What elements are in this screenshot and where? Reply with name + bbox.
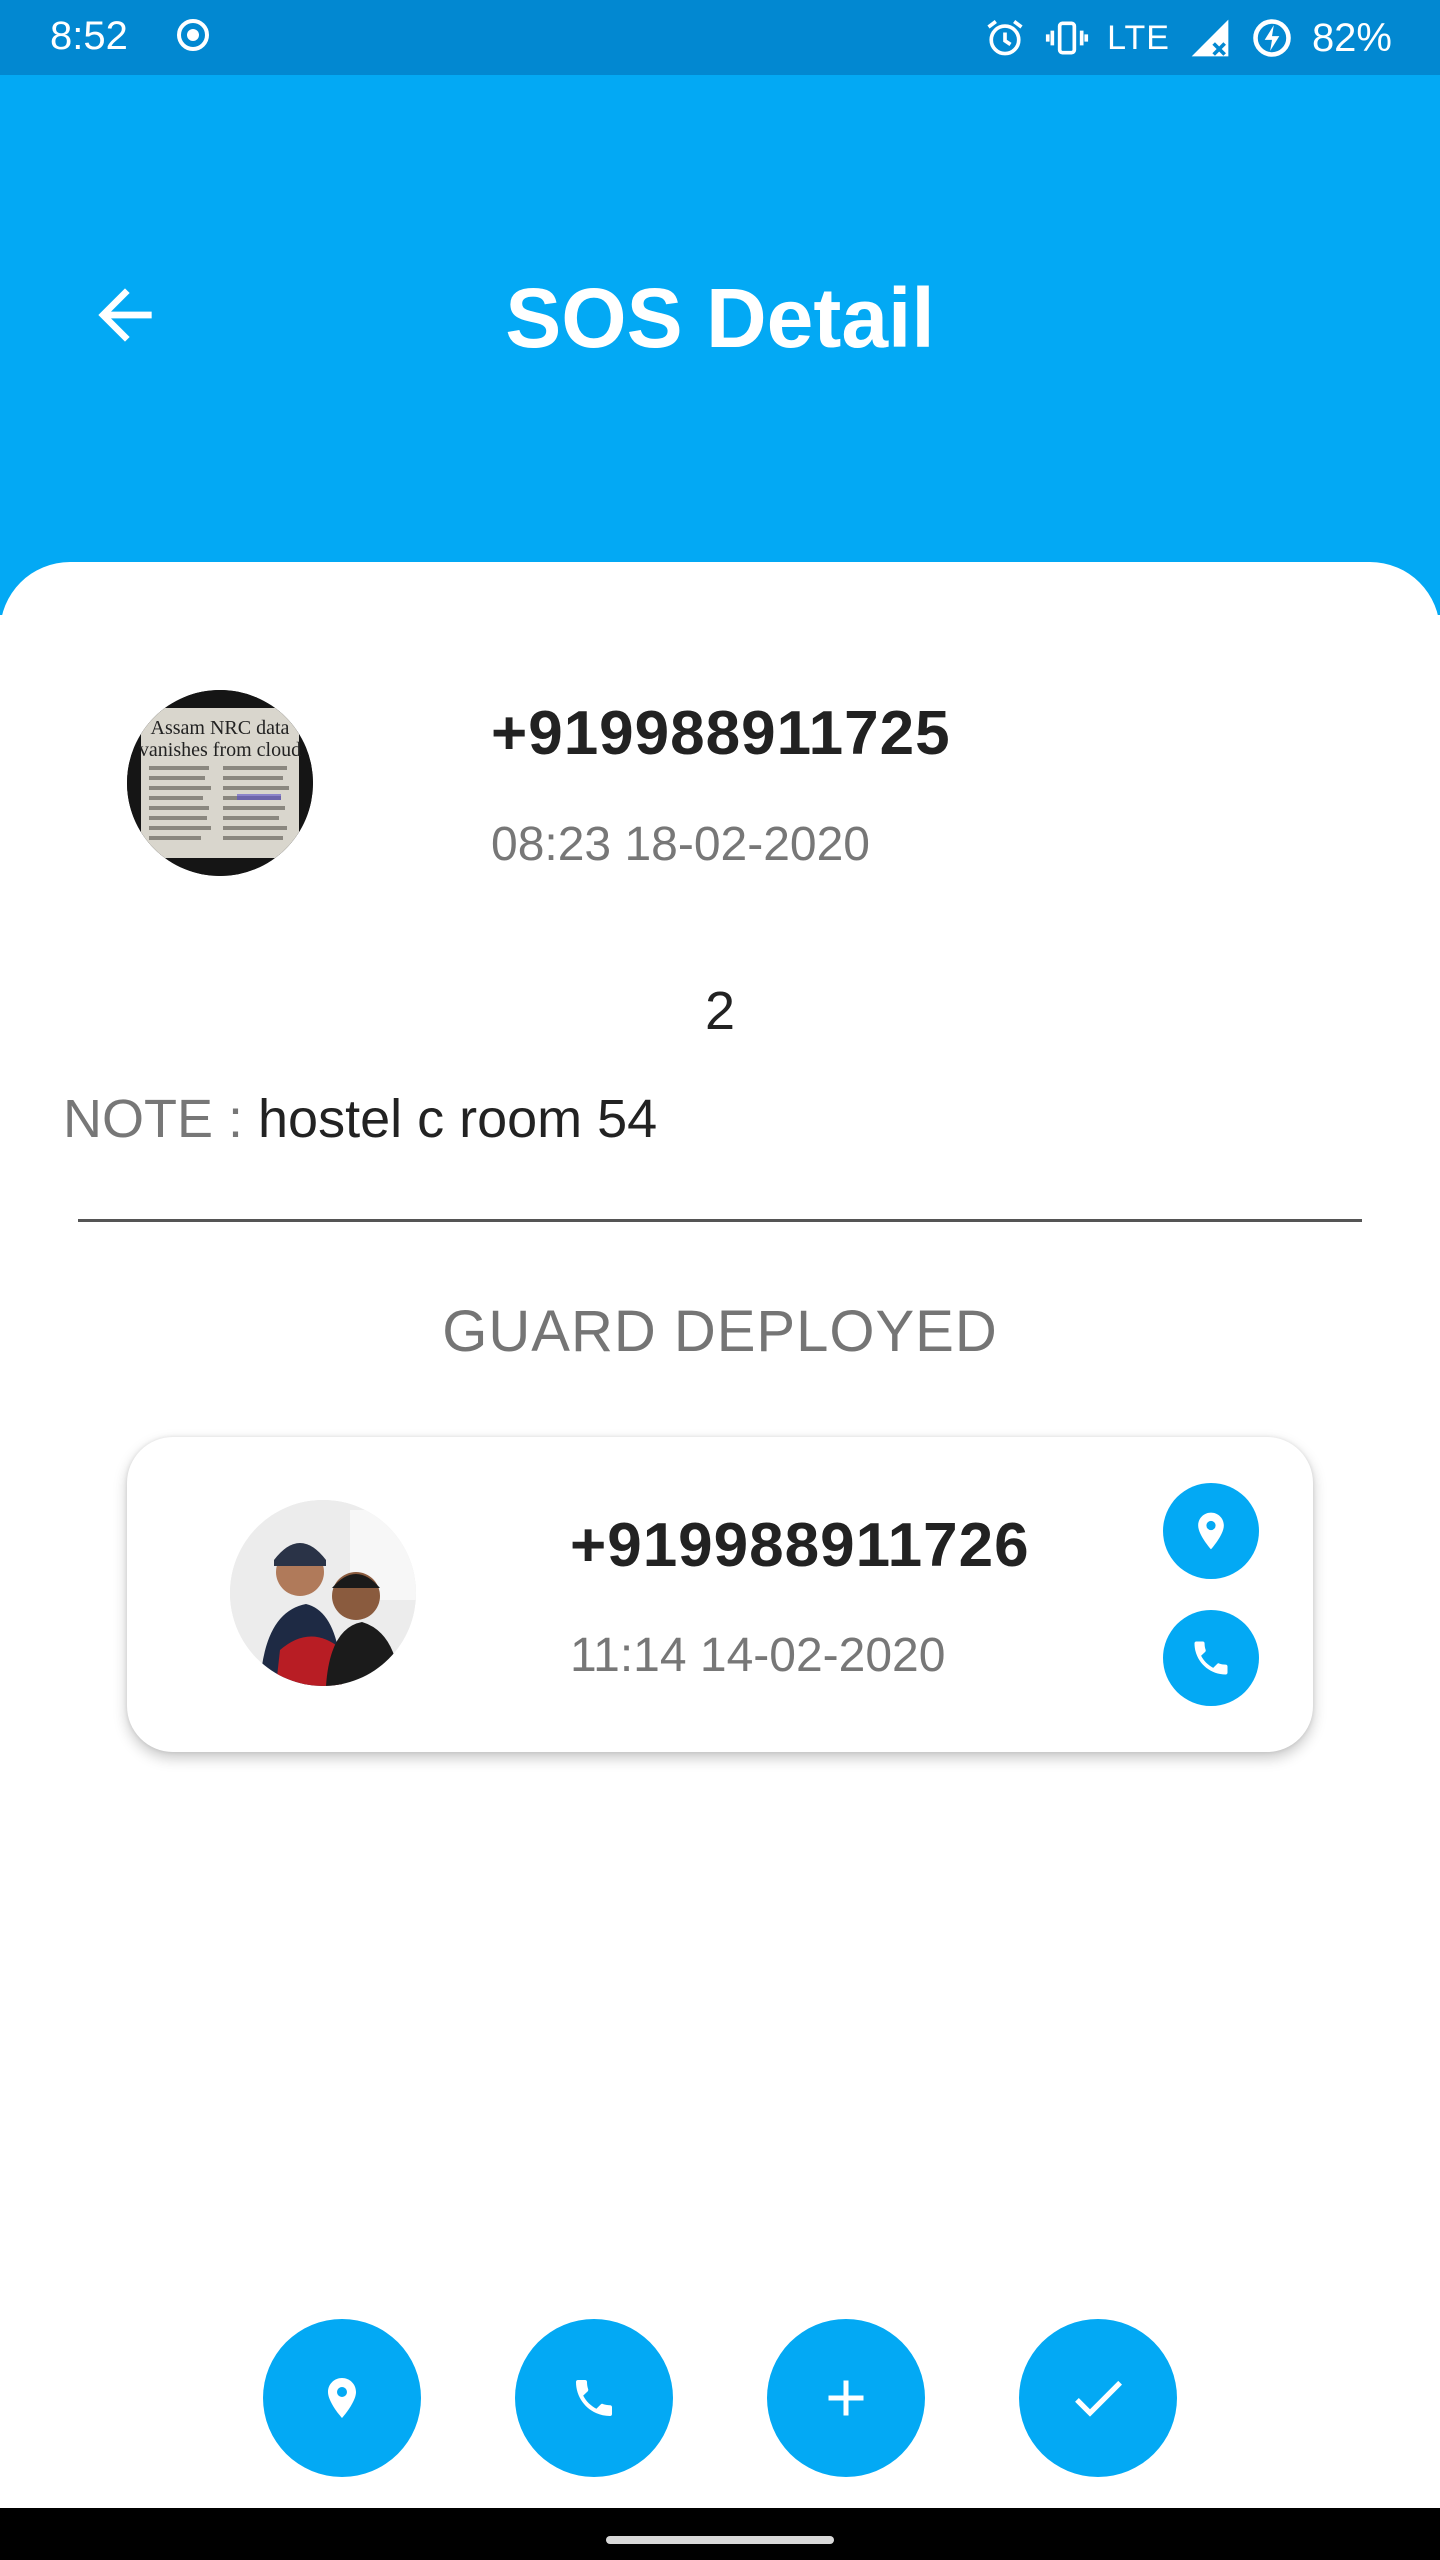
phone-icon — [1194, 1641, 1228, 1675]
note-text: hostel c room 54 — [258, 1089, 658, 1149]
status-time: 8:52 — [50, 14, 128, 58]
home-gesture-handle[interactable] — [606, 2536, 834, 2544]
battery-level: 82% — [1311, 15, 1392, 60]
guard-timestamp: 11:14 14-02-2020 — [570, 1629, 946, 1682]
guard-deployed-title: GUARD DEPLOYED — [442, 1299, 998, 1364]
status-bar: 8:52 LTE 82% — [0, 0, 1440, 75]
resolve-button[interactable] — [1019, 2319, 1177, 2477]
avatar-headline-1: Assam NRC data — [151, 717, 290, 739]
note: NOTE : hostel c room 54 — [63, 1088, 657, 1150]
note-label: NOTE : — [63, 1089, 259, 1149]
newspaper-photo: Assam NRC data vanishes from cloud — [127, 690, 313, 876]
record-icon — [177, 19, 209, 51]
alarm-icon — [987, 20, 1023, 56]
guard-phone: +919988911726 — [570, 1511, 1030, 1580]
guard-call-button[interactable] — [1163, 1610, 1259, 1706]
call-button[interactable] — [515, 2319, 673, 2477]
navigation-bar — [0, 2508, 1440, 2560]
sos-count: 2 — [704, 981, 736, 1041]
reporter-timestamp: 08:23 18-02-2020 — [491, 818, 870, 871]
network-type: LTE — [1107, 18, 1170, 57]
check-icon — [1075, 2380, 1122, 2417]
battery-charging-icon — [1253, 19, 1291, 57]
signal-icon — [1191, 19, 1229, 57]
guard-location-button[interactable] — [1163, 1483, 1259, 1579]
guard-avatar[interactable] — [230, 1500, 416, 1686]
reporter-avatar[interactable]: Assam NRC data vanishes from cloud — [127, 690, 313, 876]
reporter-phone: +919988911725 — [491, 699, 951, 768]
add-button[interactable] — [767, 2319, 925, 2477]
status-indicators: LTE 82% — [983, 14, 1392, 62]
location-pin-icon — [328, 2378, 356, 2418]
page-title: SOS Detail — [505, 271, 935, 365]
vibrate-icon — [1046, 21, 1089, 55]
location-button[interactable] — [263, 2319, 421, 2477]
plus-icon — [828, 2380, 864, 2416]
guard-photo — [230, 1500, 416, 1686]
location-pin-icon — [1198, 1512, 1224, 1550]
divider — [78, 1219, 1362, 1222]
avatar-headline-2: vanishes from cloud — [139, 739, 301, 761]
phone-icon — [576, 2380, 612, 2416]
